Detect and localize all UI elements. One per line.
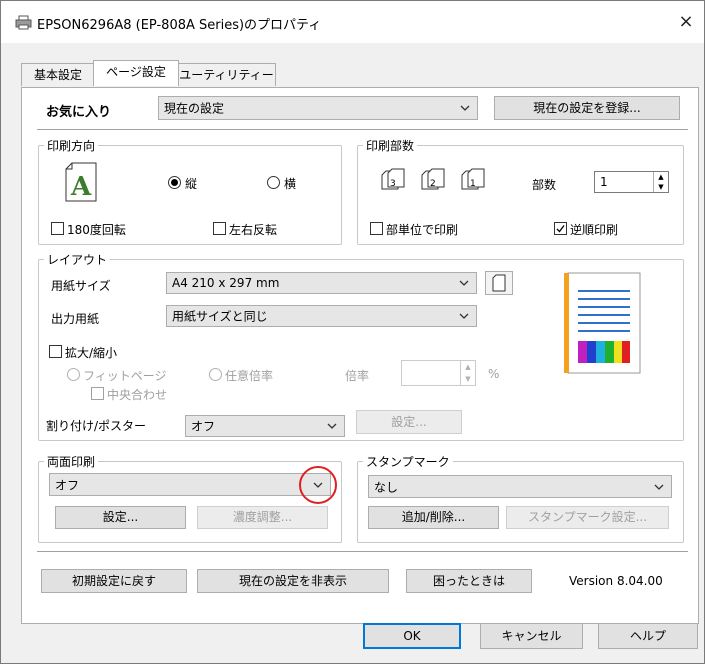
svg-text:A: A (70, 172, 92, 202)
output-paper-value: 用紙サイズと同じ (172, 309, 268, 324)
favorites-label: お気に入り (46, 105, 112, 120)
ok-button[interactable]: OK (363, 623, 461, 649)
multipage-label: 割り付け/ポスター (46, 419, 147, 433)
fit-page-label: フィットページ (83, 369, 167, 383)
chevron-down-icon (460, 105, 470, 111)
copies-group-title: 印刷部数 (363, 137, 418, 154)
spin-down-icon[interactable]: ▼ (461, 373, 475, 385)
highlight-circle (299, 466, 337, 504)
spin-up-icon[interactable]: ▲ (461, 361, 475, 373)
paper-size-value: A4 210 x 297 mm (172, 276, 280, 290)
mirror-checkbox[interactable] (213, 222, 226, 235)
output-paper-label: 出力用紙 (51, 312, 100, 326)
collate-checkbox[interactable] (370, 222, 383, 235)
multipage-select[interactable]: オフ (185, 415, 345, 437)
density-button[interactable]: 濃度調整... (197, 506, 328, 529)
orientation-preview-icon: A (65, 162, 97, 202)
rotate180-checkbox[interactable] (51, 222, 64, 235)
multipage-value: オフ (191, 419, 216, 434)
stamp-add-remove-button[interactable]: 追加/削除... (368, 506, 499, 529)
help-button[interactable]: ヘルプ (598, 623, 698, 649)
custom-scale-label: 任意倍率 (225, 369, 274, 383)
paper-size-select[interactable]: A4 210 x 297 mm (166, 272, 477, 294)
chevron-down-icon (327, 423, 337, 429)
window-title: EPSON6296A8 (EP-808A Series)のプロパティ (37, 18, 322, 33)
svg-text:3: 3 (390, 179, 396, 189)
page-preview-icon (564, 272, 641, 374)
center-checkbox[interactable] (91, 387, 104, 400)
copies-label: 部数 (532, 178, 557, 192)
copies-value: 1 (600, 175, 608, 189)
stamp-select[interactable]: なし (368, 475, 672, 498)
chevron-down-icon (459, 280, 469, 286)
spin-up-icon[interactable]: ▲ (654, 172, 668, 182)
svg-text:1: 1 (470, 179, 476, 189)
duplex-select[interactable]: オフ (49, 473, 331, 496)
rotate180-label: 180度回転 (67, 223, 126, 237)
ratio-unit: % (488, 367, 500, 381)
collate-pages-icon: 3 2 1 (381, 168, 485, 190)
layout-group-title: レイアウト (44, 251, 111, 268)
stamp-group (357, 461, 684, 543)
stamp-settings-button[interactable]: スタンプマーク設定... (506, 506, 669, 529)
multipage-settings-button[interactable]: 設定... (356, 410, 462, 434)
landscape-label: 横 (284, 177, 297, 191)
spin-down-icon[interactable]: ▼ (654, 182, 668, 192)
paper-orientation-button[interactable] (485, 271, 513, 295)
footer-divider (37, 551, 688, 552)
version-label: Version 8.04.00 (569, 574, 663, 588)
duplex-settings-button[interactable]: 設定... (55, 506, 186, 529)
custom-scale-radio[interactable] (209, 368, 222, 381)
portrait-label: 縦 (185, 177, 198, 191)
printer-icon (15, 15, 32, 30)
svg-text:2: 2 (430, 179, 436, 189)
orientation-group-title: 印刷方向 (44, 137, 99, 154)
stamp-group-title: スタンプマーク (363, 453, 453, 470)
reverse-order-label: 逆順印刷 (570, 223, 619, 237)
hide-settings-button[interactable]: 現在の設定を非表示 (197, 569, 389, 593)
center-label: 中央合わせ (107, 388, 168, 402)
stamp-value: なし (374, 480, 399, 494)
fit-page-radio[interactable] (67, 368, 80, 381)
register-settings-button[interactable]: 現在の設定を登録... (494, 96, 680, 120)
output-paper-select[interactable]: 用紙サイズと同じ (166, 305, 477, 327)
title-bar: EPSON6296A8 (EP-808A Series)のプロパティ × (1, 1, 704, 43)
chevron-down-icon (459, 313, 469, 319)
favorites-divider (37, 129, 688, 130)
troubleshoot-button[interactable]: 困ったときは (406, 569, 532, 593)
favorites-select[interactable]: 現在の設定 (158, 96, 478, 120)
copies-input[interactable]: 1 ▲ ▼ (594, 171, 669, 193)
scale-checkbox[interactable] (49, 345, 62, 358)
mirror-label: 左右反転 (229, 223, 278, 237)
chevron-down-icon (654, 484, 664, 490)
duplex-value: オフ (55, 478, 80, 492)
scale-label: 拡大/縮小 (65, 346, 118, 360)
tab-basic[interactable]: 基本設定 (21, 63, 95, 86)
cancel-button[interactable]: キャンセル (480, 623, 583, 649)
reverse-order-checkbox[interactable] (554, 222, 567, 235)
ratio-spinner[interactable]: ▲ ▼ (460, 361, 475, 385)
copies-spinner[interactable]: ▲ ▼ (653, 172, 668, 192)
page-icon (492, 274, 506, 292)
tab-utility[interactable]: ユーティリティー (177, 63, 276, 86)
ratio-input[interactable]: ▲ ▼ (401, 360, 476, 386)
close-icon[interactable]: × (673, 9, 699, 35)
tab-page-setup[interactable]: ページ設定 (93, 60, 179, 86)
favorites-value: 現在の設定 (164, 101, 225, 116)
collate-label: 部単位で印刷 (386, 223, 459, 237)
landscape-radio[interactable] (267, 176, 280, 189)
ratio-label: 倍率 (345, 369, 370, 383)
paper-size-label: 用紙サイズ (51, 279, 111, 293)
properties-window: EPSON6296A8 (EP-808A Series)のプロパティ × 基本設… (0, 0, 705, 664)
duplex-group-title: 両面印刷 (44, 453, 99, 470)
checkmark-icon (556, 225, 565, 233)
portrait-radio[interactable] (168, 176, 181, 189)
reset-defaults-button[interactable]: 初期設定に戻す (41, 569, 187, 593)
